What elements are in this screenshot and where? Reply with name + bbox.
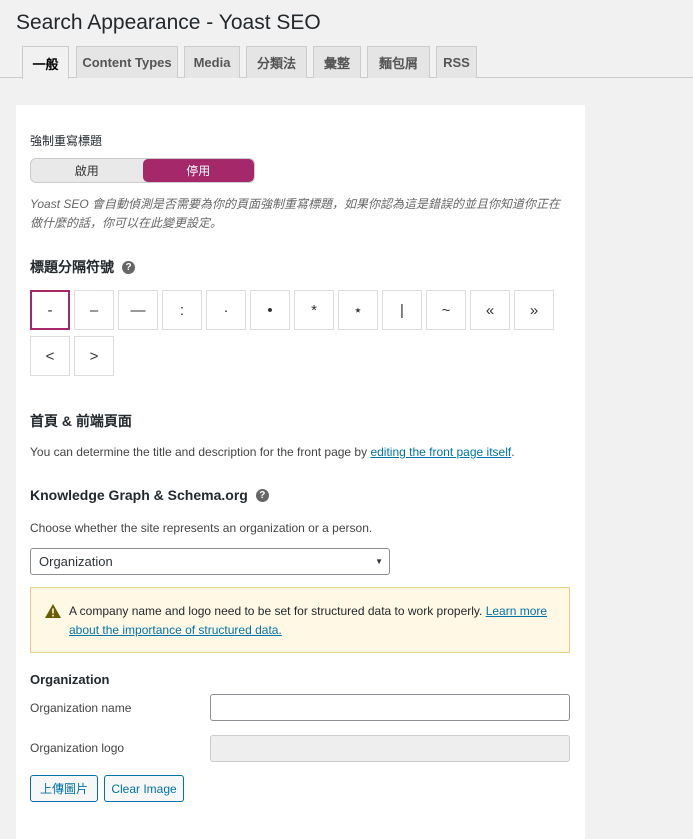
toggle-enable-option[interactable]: 啟用	[31, 159, 143, 182]
chevron-down-icon: ▼	[375, 557, 383, 566]
upload-image-button[interactable]: 上傳圖片	[30, 775, 98, 802]
force-rewrite-toggle: 啟用 停用	[30, 158, 255, 183]
separator-option[interactable]: *	[294, 290, 334, 330]
tab-breadcrumbs[interactable]: 麵包屑	[367, 46, 430, 78]
organization-heading: Organization	[30, 672, 110, 687]
frontpage-description: You can determine the title and descript…	[30, 445, 515, 459]
separator-option[interactable]: ~	[426, 290, 466, 330]
schema-description: Choose whether the site represents an or…	[30, 521, 373, 535]
organization-name-label: Organization name	[30, 701, 132, 715]
separator-heading: 標題分隔符號 ?	[30, 257, 135, 277]
select-value: Organization	[39, 554, 113, 569]
frontpage-text-end: .	[511, 445, 515, 459]
tab-archives[interactable]: 彙整	[313, 46, 361, 78]
force-rewrite-label: 強制重寫標題	[30, 134, 103, 148]
separator-option[interactable]: —	[118, 290, 158, 330]
separator-option[interactable]: «	[470, 290, 510, 330]
separator-option[interactable]: –	[74, 290, 114, 330]
settings-panel: 強制重寫標題 啟用 停用 Yoast SEO 會自動偵測是否需要為你的頁面強制重…	[16, 105, 585, 839]
frontpage-heading: 首頁 & 前端頁面	[30, 411, 132, 431]
structured-data-warning: A company name and logo need to be set f…	[30, 587, 570, 653]
toggle-disable-option[interactable]: 停用	[142, 159, 254, 182]
organization-logo-label: Organization logo	[30, 741, 125, 755]
tab-media[interactable]: Media	[184, 46, 240, 78]
separator-option[interactable]: ·	[206, 290, 246, 330]
schema-heading-text: Knowledge Graph & Schema.org	[30, 487, 248, 503]
separator-option[interactable]: »	[514, 290, 554, 330]
help-icon[interactable]: ?	[122, 260, 135, 274]
separator-heading-text: 標題分隔符號	[30, 259, 114, 275]
organization-person-select[interactable]: Organization ▼	[30, 548, 390, 575]
tab-rss[interactable]: RSS	[436, 46, 477, 78]
frontpage-text: You can determine the title and descript…	[30, 445, 371, 459]
separator-option[interactable]: :	[162, 290, 202, 330]
separator-option[interactable]: |	[382, 290, 422, 330]
tab-bar: 一般 Content Types Media 分類法 彙整 麵包屑 RSS	[0, 46, 693, 79]
frontpage-heading-text: 首頁 & 前端頁面	[30, 413, 132, 429]
force-rewrite-help: Yoast SEO 會自動偵測是否需要為你的頁面強制重寫標題，如果你認為這是錯誤…	[30, 197, 561, 230]
tab-taxonomies[interactable]: 分類法	[246, 46, 307, 78]
separator-option[interactable]: ⋆	[338, 290, 378, 330]
organization-name-input[interactable]	[210, 694, 570, 721]
warning-text: A company name and logo need to be set f…	[69, 604, 486, 618]
edit-front-page-link[interactable]: editing the front page itself	[370, 445, 511, 459]
tab-general[interactable]: 一般	[22, 46, 69, 79]
warning-message: A company name and logo need to be set f…	[69, 602, 555, 652]
warning-icon	[45, 604, 61, 618]
schema-heading: Knowledge Graph & Schema.org ?	[30, 487, 269, 503]
help-icon[interactable]: ?	[255, 488, 269, 502]
organization-logo-field	[210, 735, 570, 762]
tab-content-types[interactable]: Content Types	[76, 46, 178, 78]
separator-option[interactable]: >	[74, 336, 114, 376]
clear-image-button[interactable]: Clear Image	[104, 775, 184, 802]
separator-option[interactable]: •	[250, 290, 290, 330]
separator-option[interactable]: <	[30, 336, 70, 376]
page-title: Search Appearance - Yoast SEO	[16, 11, 321, 34]
separator-option[interactable]: -	[30, 290, 70, 330]
